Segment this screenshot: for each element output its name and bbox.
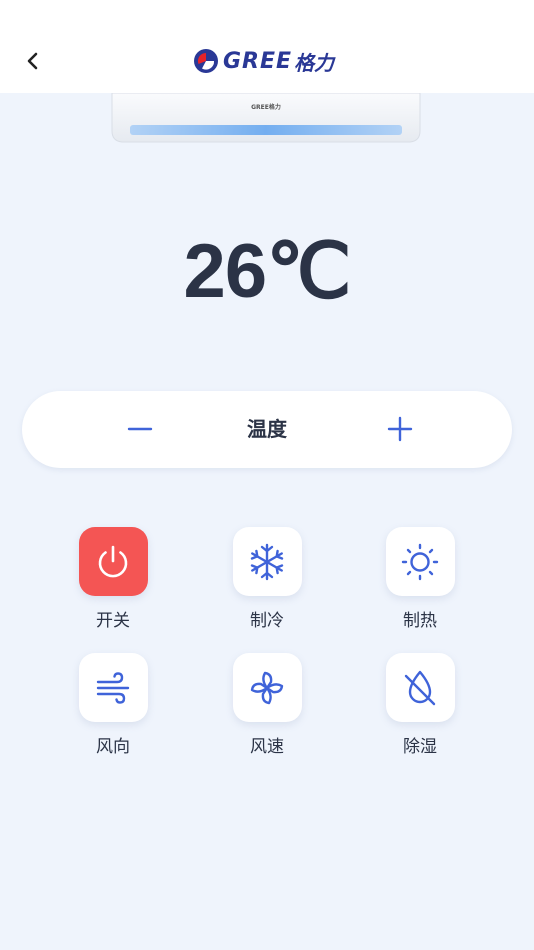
heat-mode-label: 制热 xyxy=(403,611,437,631)
power-label: 开关 xyxy=(96,611,130,631)
cool-mode-label: 制冷 xyxy=(250,611,284,631)
cool-mode-control: 制冷 xyxy=(222,527,312,631)
gree-logo: GREE 格力 xyxy=(193,44,334,78)
fan-speed-control: 风速 xyxy=(222,653,312,757)
power-control: 开关 xyxy=(68,527,158,631)
minus-icon xyxy=(127,427,153,431)
fan-speed-button[interactable] xyxy=(232,653,302,722)
cool-mode-button[interactable] xyxy=(232,527,302,596)
sun-icon xyxy=(401,543,439,580)
brand-name: GREE xyxy=(223,48,293,74)
brand-name-cn: 格力 xyxy=(294,50,335,75)
temperature-control: 温度 xyxy=(22,391,512,468)
dehumidify-icon xyxy=(404,670,436,705)
temperature-display: 26℃ xyxy=(183,229,352,314)
fan-icon xyxy=(250,671,284,704)
gree-logo-icon xyxy=(194,49,218,73)
power-button[interactable] xyxy=(78,527,148,596)
wind-direction-icon xyxy=(96,671,130,704)
air-conditioner-image: GREE格力 xyxy=(111,93,421,143)
temperature-increase-button[interactable] xyxy=(378,409,422,449)
wind-direction-label: 风向 xyxy=(96,737,130,757)
app-header: GREE 格力 xyxy=(0,0,534,93)
svg-text:GREE格力: GREE格力 xyxy=(251,103,281,111)
plus-icon xyxy=(387,416,413,442)
heat-mode-button[interactable] xyxy=(385,527,455,596)
temperature-decrease-button[interactable] xyxy=(118,409,162,449)
power-icon xyxy=(98,545,128,577)
dehumidify-button[interactable] xyxy=(385,653,455,722)
back-button[interactable] xyxy=(18,46,48,76)
chevron-left-icon xyxy=(27,52,38,70)
snowflake-icon xyxy=(250,543,284,580)
dehumidify-control: 除湿 xyxy=(375,653,465,757)
wind-direction-button[interactable] xyxy=(78,653,148,722)
heat-mode-control: 制热 xyxy=(375,527,465,631)
fan-speed-label: 风速 xyxy=(250,737,284,757)
wind-direction-control: 风向 xyxy=(68,653,158,757)
dehumidify-label: 除湿 xyxy=(403,737,437,757)
temperature-label: 温度 xyxy=(247,417,287,441)
